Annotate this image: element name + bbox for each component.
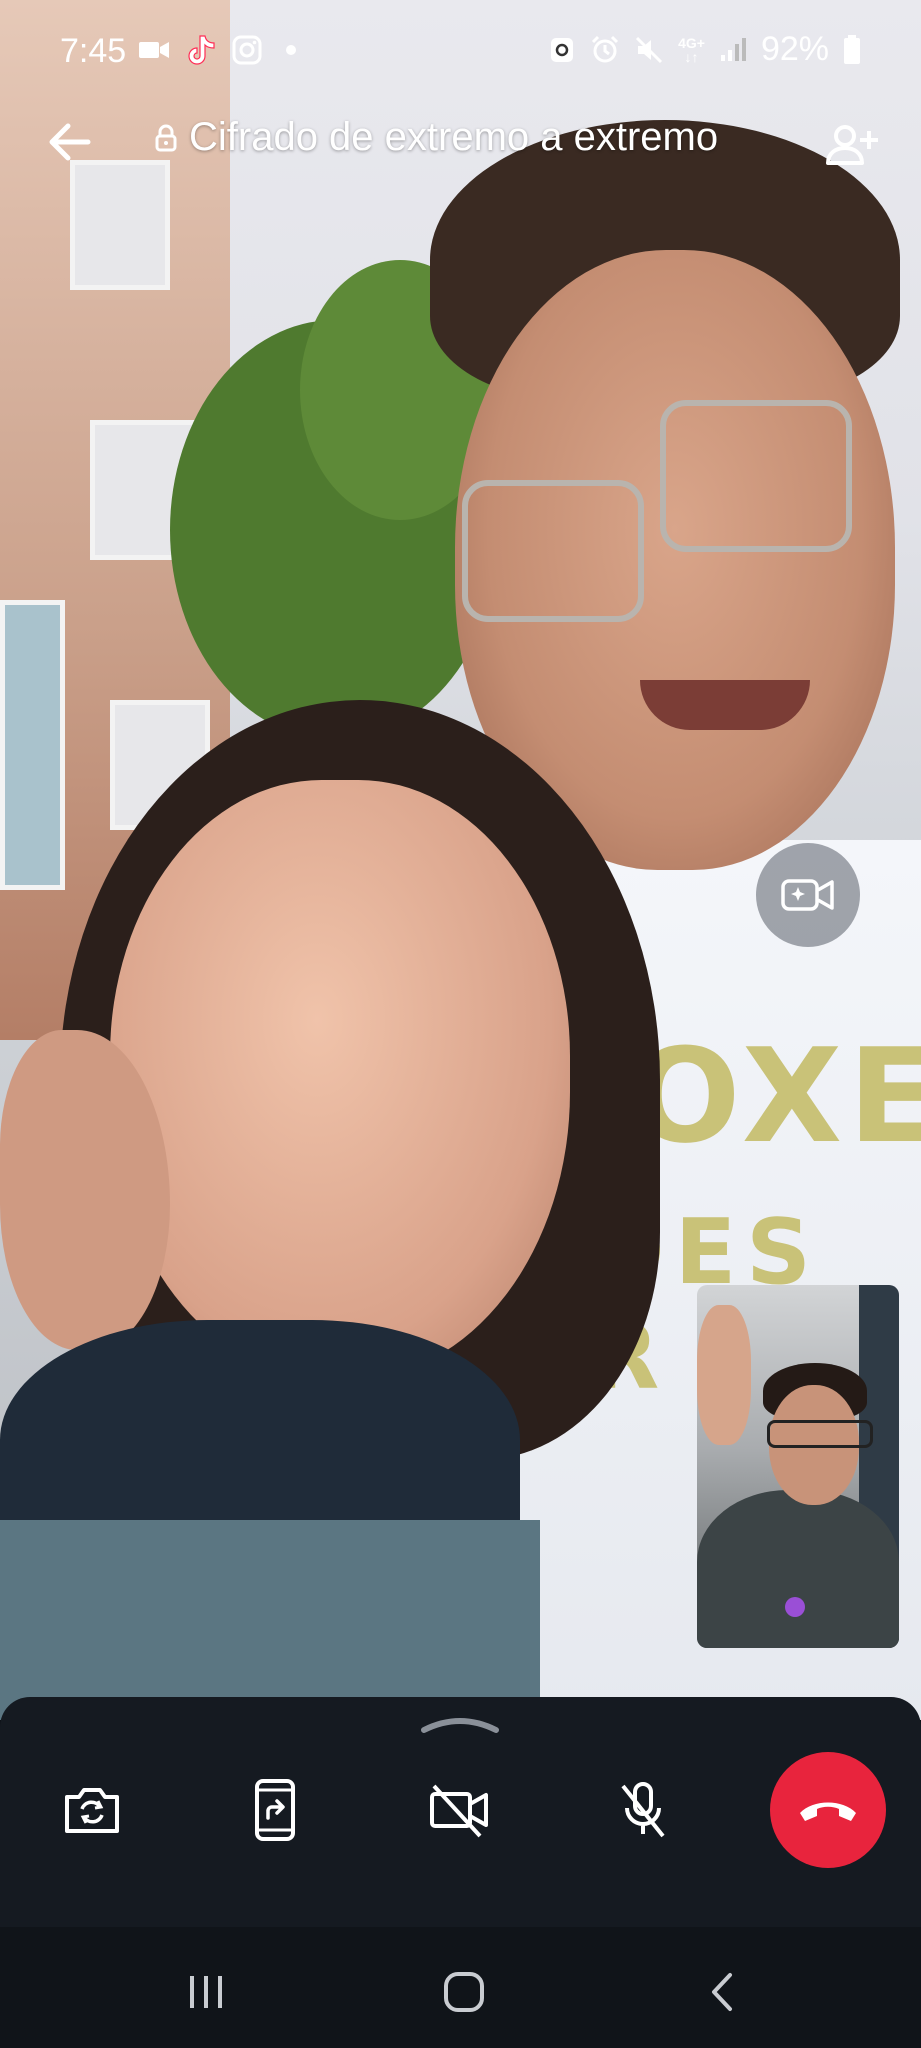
glasses-right-lens (660, 400, 852, 552)
recents-icon (190, 1976, 222, 2008)
video-effects-button[interactable] (756, 843, 860, 947)
video-icon (139, 42, 169, 58)
back-button[interactable] (40, 112, 100, 172)
instagram-icon (232, 35, 262, 65)
building-window (0, 600, 65, 890)
self-view-badge (785, 1597, 805, 1617)
self-view-body (697, 1490, 899, 1648)
network-label: 4G+ (678, 34, 705, 51)
hangup-icon (800, 1802, 856, 1821)
home-icon (444, 1972, 484, 2012)
remote-person2-sweater (0, 1520, 540, 1720)
add-participant-button[interactable] (819, 112, 885, 178)
self-view-glasses (767, 1420, 873, 1448)
lock-icon (155, 124, 177, 151)
mute-icon (636, 36, 663, 63)
self-view-hand (697, 1305, 751, 1445)
building-window (70, 160, 170, 290)
video-effects-icon (781, 879, 834, 911)
network-4g-icon: 4G+ ↓↑ (678, 34, 705, 65)
battery-percent: 92% (760, 30, 829, 68)
recycle-icon (551, 37, 574, 62)
nav-recents-button[interactable] (166, 1957, 246, 2027)
signal-icon (720, 37, 746, 61)
status-time: 7:45 (60, 32, 127, 70)
dot-icon (286, 45, 296, 55)
remote-person2-face (110, 780, 570, 1380)
self-view[interactable] (697, 1285, 899, 1648)
add-person-icon (826, 125, 878, 165)
sheet-handle[interactable] (420, 1712, 500, 1734)
remote-person-smile (640, 680, 810, 730)
camera-off-icon (430, 1784, 488, 1838)
mute-mic-button[interactable] (593, 1760, 693, 1860)
share-screen-button[interactable] (225, 1760, 325, 1860)
flip-camera-icon (65, 1788, 119, 1833)
flip-camera-button[interactable] (42, 1760, 142, 1860)
status-bar: 7:45 4G+ ↓↑ 92% (0, 0, 921, 104)
alarm-icon (592, 35, 619, 62)
arrow-left-icon (49, 123, 91, 161)
tiktok-icon (188, 35, 215, 65)
nav-home-button[interactable] (424, 1957, 504, 2027)
back-icon (712, 1973, 732, 2011)
end-call-button[interactable] (770, 1752, 886, 1868)
mic-off-icon (621, 1782, 665, 1838)
camera-off-button[interactable] (410, 1760, 510, 1860)
battery-icon (844, 34, 860, 64)
glasses-left-lens (462, 480, 644, 622)
encryption-banner[interactable]: Cifrado de extremo a extremo (155, 115, 718, 160)
encryption-label: Cifrado de extremo a extremo (189, 115, 719, 159)
share-screen-icon (255, 1779, 295, 1841)
nav-back-button[interactable] (682, 1957, 762, 2027)
chevron-up-icon (421, 1718, 499, 1733)
